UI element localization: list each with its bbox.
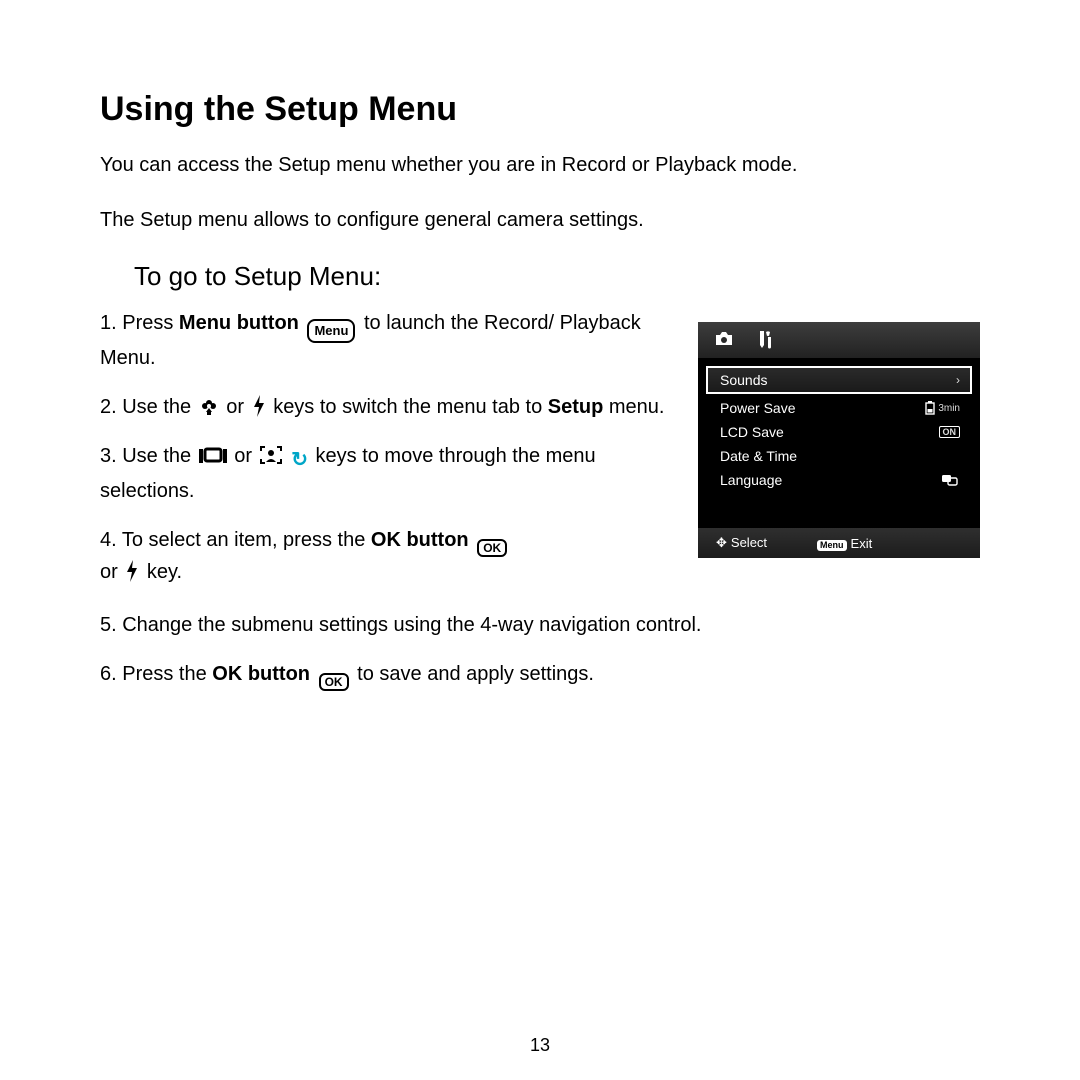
step-5: 5. Change the submenu settings using the…	[100, 610, 980, 641]
tools-tab-icon	[756, 329, 774, 352]
on-badge: ON	[939, 426, 961, 438]
step-5-text: 5. Change the submenu settings using the…	[100, 614, 701, 636]
step-4-d: key.	[147, 561, 182, 583]
step-4: 4. To select an item, press the OK butto…	[100, 525, 670, 588]
dpad-icon: ✥	[716, 535, 727, 550]
lcd-footer-select: ✥ Select	[716, 535, 767, 551]
macro-flower-icon	[199, 397, 219, 417]
step-3: 3. Use the or ↻ keys to move through the…	[100, 441, 670, 507]
step-2-e: menu.	[603, 396, 664, 418]
lcd-footer-exit-label: Exit	[851, 536, 873, 551]
step-6: 6. Press the OK button OK to save and ap…	[100, 659, 980, 691]
step-1: 1. Press Menu button Menu to launch the …	[100, 308, 670, 374]
lcd-label: Power Save	[720, 400, 795, 416]
lcd-value: 3min	[924, 401, 960, 415]
lcd-tabs	[698, 322, 980, 358]
lcd-label: Sounds	[720, 372, 767, 388]
lcd-footer-exit: Menu Exit	[817, 536, 872, 551]
chevron-right-icon: ›	[956, 373, 960, 387]
step-3-a: 3. Use the	[100, 445, 197, 467]
display-icon	[199, 446, 227, 466]
rotate-icon: ↻	[291, 445, 308, 476]
step-1-bold: Menu button	[179, 312, 299, 334]
camera-tab-icon	[714, 331, 734, 350]
ok-button-icon: OK	[477, 539, 507, 557]
page-title: Using the Setup Menu	[100, 90, 980, 129]
page-number: 13	[0, 1035, 1080, 1056]
lcd-row-lcdsave: LCD Save ON	[698, 420, 980, 444]
language-icon	[942, 474, 960, 486]
lcd-row-datetime: Date & Time	[698, 444, 980, 468]
step-6-c: to save and apply settings.	[357, 663, 594, 685]
intro-para-2: The Setup menu allows to configure gener…	[100, 206, 980, 235]
step-4-c: or	[100, 561, 123, 583]
step-6-b: OK button	[212, 663, 310, 685]
step-2-c: keys to switch the menu tab to	[273, 396, 548, 418]
step-3-b: or	[234, 445, 257, 467]
step-2: 2. Use the or keys to switch the menu ta…	[100, 392, 670, 423]
lcd-label: Language	[720, 472, 782, 488]
lcd-row-powersave: Power Save 3min	[698, 396, 980, 420]
step-1-pre: 1. Press	[100, 312, 179, 334]
lcd-value-text: 3min	[938, 403, 960, 414]
step-4-b: OK button	[371, 529, 469, 551]
lcd-footer-select-label: Select	[731, 535, 767, 550]
lcd-footer: ✥ Select Menu Exit	[698, 528, 980, 558]
lcd-label: Date & Time	[720, 448, 797, 464]
setup-menu-screenshot: Sounds › Power Save 3min LCD Save ON Dat…	[698, 322, 980, 558]
menu-button-icon: Menu	[307, 319, 355, 343]
lcd-label: LCD Save	[720, 424, 784, 440]
step-2-d: Setup	[548, 396, 604, 418]
lcd-list: Sounds › Power Save 3min LCD Save ON Dat…	[698, 358, 980, 492]
step-2-a: 2. Use the	[100, 396, 197, 418]
ok-button-icon: OK	[319, 673, 349, 691]
battery-icon	[924, 401, 936, 415]
lcd-row-language: Language	[698, 468, 980, 492]
flash-icon	[125, 560, 139, 582]
menu-badge: Menu	[817, 540, 847, 551]
face-detect-icon	[260, 446, 282, 466]
step-4-a: 4. To select an item, press the	[100, 529, 371, 551]
step-2-b: or	[226, 396, 249, 418]
intro-para-1: You can access the Setup menu whether yo…	[100, 151, 980, 180]
flash-icon	[252, 395, 266, 417]
section-subhead: To go to Setup Menu:	[134, 261, 980, 292]
step-6-a: 6. Press the	[100, 663, 212, 685]
lcd-row-sounds: Sounds ›	[706, 366, 972, 394]
